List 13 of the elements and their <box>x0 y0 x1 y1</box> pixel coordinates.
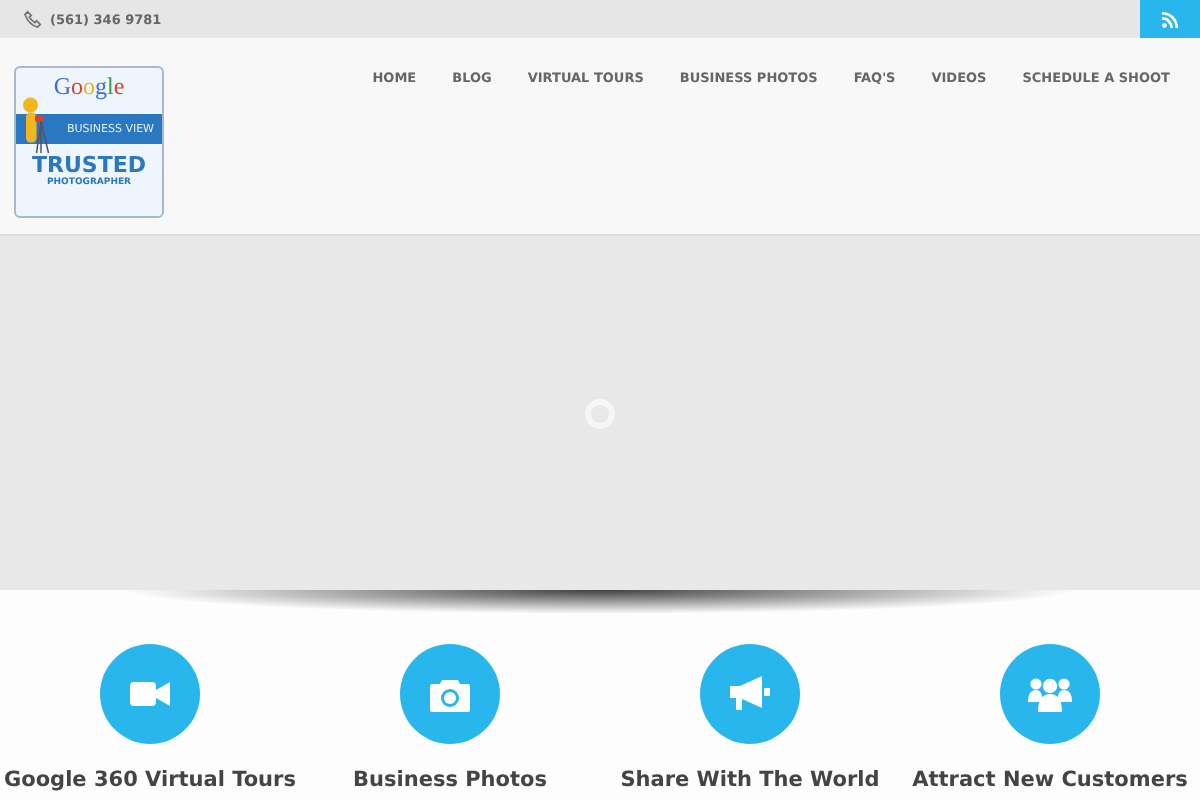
camera-icon <box>430 677 470 711</box>
rss-button[interactable] <box>1140 0 1200 38</box>
badge-title: TRUSTED <box>32 154 146 178</box>
phone-icon <box>24 10 42 28</box>
feature-title: Attract New Customers <box>912 768 1188 792</box>
feature-title: Business Photos <box>353 768 547 792</box>
rss-icon <box>1162 11 1178 27</box>
users-icon <box>1028 676 1072 712</box>
feature-title: Share With The World <box>620 768 880 792</box>
megaphone-icon <box>730 676 770 712</box>
video-camera-icon <box>130 680 170 708</box>
feature-title: Google 360 Virtual Tours <box>4 768 296 792</box>
google-wordmark: Google <box>53 72 125 100</box>
